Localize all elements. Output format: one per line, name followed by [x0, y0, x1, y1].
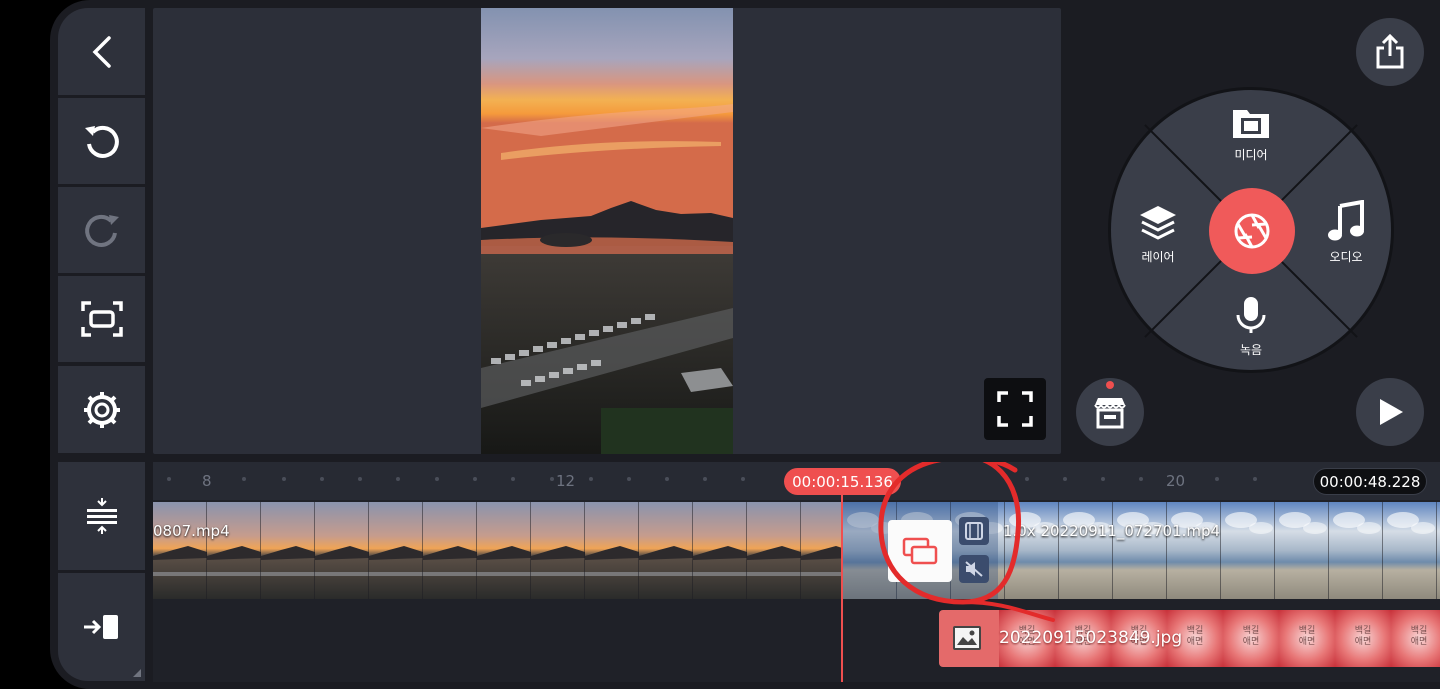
asset-store-button[interactable]	[1076, 378, 1144, 446]
preview-area[interactable]	[153, 8, 1061, 454]
corner-grip	[133, 669, 141, 677]
store-icon	[1094, 398, 1126, 429]
share-icon	[1376, 34, 1404, 69]
video-clip-1[interactable]: 0807.mp4	[153, 502, 841, 599]
redo-icon	[84, 214, 119, 247]
media-button[interactable]: 미디어	[1206, 106, 1296, 163]
annotation-circle	[878, 462, 1055, 622]
capture-button[interactable]	[58, 276, 145, 362]
back-button[interactable]	[58, 8, 145, 95]
play-button[interactable]	[1356, 378, 1424, 446]
clip-1-label: 0807.mp4	[153, 522, 230, 540]
camera-capture-button[interactable]	[1209, 188, 1295, 274]
layer-tile-text: 백길 애면	[1354, 626, 1372, 647]
ruler-label: 8	[202, 472, 212, 490]
playhead[interactable]	[841, 492, 843, 682]
layer-button[interactable]: 레이어	[1113, 204, 1203, 265]
aperture-icon	[1234, 213, 1270, 249]
total-duration: 00:00:48.228	[1313, 468, 1427, 495]
timeline[interactable]: 8 12 20 00:00:15.136 00:00:48.228 0807.m…	[153, 462, 1440, 682]
microphone-icon	[1236, 297, 1266, 333]
kinemaster-editor: 미디어 레이어 오디오 녹음 8 12 20 00:00:15.136 00:0…	[50, 0, 1440, 689]
jump-to-end-button[interactable]	[58, 573, 145, 681]
time-ruler[interactable]: 8 12 20 00:00:15.136 00:00:48.228	[153, 462, 1440, 500]
audio-button[interactable]: 오디오	[1301, 200, 1391, 265]
settings-icon	[83, 391, 120, 428]
layer-label: 20220915023849.jpg	[999, 628, 1183, 648]
notification-dot	[1106, 381, 1114, 389]
image-layer-icon	[953, 626, 981, 650]
capture-icon	[80, 301, 123, 337]
layer-tile-text: 백길 애면	[1298, 626, 1316, 647]
audio-label: 오디오	[1329, 250, 1363, 264]
fullscreen-icon	[997, 391, 1033, 427]
play-icon	[1380, 399, 1403, 425]
adjust-tracks-icon	[86, 498, 117, 534]
media-label: 미디어	[1234, 148, 1268, 162]
music-note-icon	[1328, 200, 1364, 241]
media-wheel: 미디어 레이어 오디오 녹음	[1108, 87, 1394, 373]
layer-tile-text: 백길 애면	[1410, 626, 1428, 647]
undo-button[interactable]	[58, 98, 145, 184]
video-preview	[481, 8, 733, 454]
ruler-label: 20	[1166, 472, 1186, 490]
undo-icon	[84, 125, 119, 158]
voice-record-button[interactable]: 녹음	[1206, 295, 1296, 358]
export-button[interactable]	[1356, 18, 1424, 86]
adjust-tracks-button[interactable]	[58, 462, 145, 570]
back-icon	[92, 35, 111, 68]
record-label: 녹음	[1239, 343, 1263, 357]
layer-label: 레이어	[1141, 250, 1175, 264]
media-folder-icon	[1233, 110, 1269, 138]
jump-to-end-icon	[83, 615, 118, 639]
layers-icon	[1140, 206, 1176, 240]
layer-tile-text: 백길 애면	[1242, 626, 1260, 647]
redo-button[interactable]	[58, 187, 145, 273]
fullscreen-button[interactable]	[984, 378, 1046, 440]
ruler-label: 12	[556, 472, 576, 490]
settings-button[interactable]	[58, 366, 145, 453]
